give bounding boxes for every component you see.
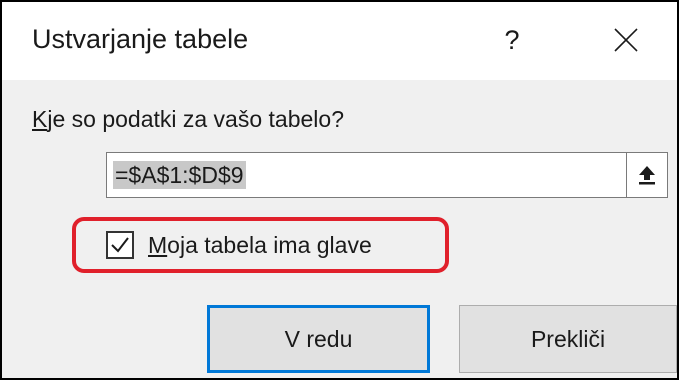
headers-checkbox[interactable] — [106, 231, 134, 259]
dialog-title: Ustvarjanje tabele — [32, 24, 249, 54]
range-input[interactable]: =$A$1:$D$9 — [106, 152, 668, 198]
cancel-button[interactable]: Prekliči — [459, 305, 677, 373]
help-button[interactable]: ? — [482, 12, 542, 68]
close-icon — [614, 28, 638, 52]
headers-checkbox-label[interactable]: Moja tabela ima glave — [148, 232, 372, 259]
range-question-text: je so podatki za vašo tabelo? — [47, 106, 344, 132]
range-question-accelerator: K — [32, 106, 48, 132]
headers-label-accelerator: M — [148, 231, 168, 258]
range-question-label: Kje so podatki za vašo tabelo? — [32, 106, 344, 133]
title-bar: Ustvarjanje tabele ? — [2, 2, 677, 80]
dialog-body: Kje so podatki za vašo tabelo? =$A$1:$D$… — [2, 80, 677, 378]
collapse-dialog-button[interactable] — [626, 153, 667, 197]
collapse-dialog-icon — [639, 166, 655, 185]
headers-label-text: oja tabela ima glave — [167, 231, 372, 258]
ok-button[interactable]: V redu — [207, 305, 430, 373]
create-table-dialog: Ustvarjanje tabele ? Kje so podatki za v… — [0, 0, 679, 380]
checkmark-icon — [111, 237, 129, 253]
headers-option-row[interactable]: Moja tabela ima glave — [106, 228, 372, 262]
close-button[interactable] — [596, 12, 656, 68]
range-input-value[interactable]: =$A$1:$D$9 — [113, 161, 246, 189]
